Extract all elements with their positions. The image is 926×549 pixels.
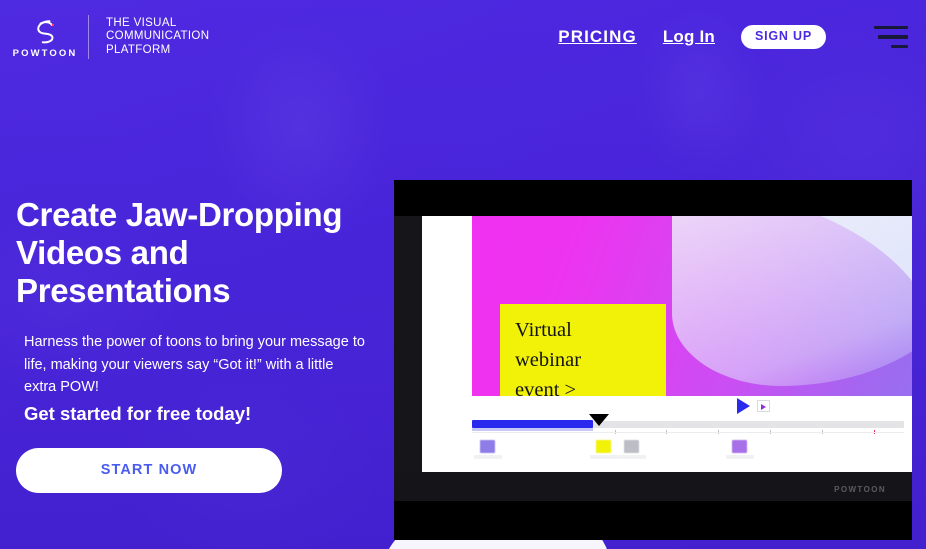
scene-thumbnail[interactable] bbox=[480, 440, 495, 453]
main-navigation: PRICING Log In SIGN UP bbox=[558, 24, 908, 50]
scene-thumbnail[interactable] bbox=[596, 440, 611, 453]
scene-thumbnail-row[interactable] bbox=[472, 440, 904, 464]
hamburger-line-3 bbox=[891, 44, 908, 49]
powtoon-swirl-logo-icon bbox=[37, 20, 55, 44]
scene-thumbnail-label bbox=[726, 455, 754, 459]
brand-tagline: THE VISUAL COMMUNICATION PLATFORM bbox=[106, 16, 210, 56]
hamburger-menu-icon[interactable] bbox=[874, 24, 908, 50]
hero-cta-line: Get started for free today! bbox=[24, 402, 252, 424]
powtoon-landing-page: POWTOON THE VISUAL COMMUNICATION PLATFOR… bbox=[0, 0, 926, 549]
sign-up-button[interactable]: SIGN UP bbox=[741, 25, 826, 49]
scene-thumbnail-add[interactable] bbox=[732, 440, 747, 453]
playback-controls[interactable] bbox=[737, 398, 770, 414]
editor-timeline[interactable] bbox=[422, 396, 912, 472]
nav-link-pricing[interactable]: PRICING bbox=[558, 27, 637, 47]
powtoon-wordmark: POWTOON bbox=[12, 47, 78, 59]
hero-copy-block: Create Jaw-Dropping Videos and Presentat… bbox=[16, 196, 388, 493]
start-now-button[interactable]: START NOW bbox=[16, 447, 282, 493]
editor-left-sidebar bbox=[394, 216, 422, 501]
video-watermark: POWTOON bbox=[834, 485, 886, 494]
timeline-progress-fill bbox=[472, 420, 593, 428]
scene-thumbnail-label bbox=[474, 455, 502, 459]
editor-canvas-area: Virtual webinar event > bbox=[422, 216, 912, 472]
light-highlight-blob bbox=[672, 216, 912, 386]
site-header: POWTOON THE VISUAL COMMUNICATION PLATFOR… bbox=[0, 0, 926, 74]
timeline-divider bbox=[472, 432, 904, 433]
slide-preview[interactable]: Virtual webinar event > bbox=[472, 216, 912, 396]
hero-subtitle: Harness the power of toons to bring your… bbox=[24, 334, 365, 395]
brand-divider bbox=[88, 15, 89, 59]
video-letterbox-top bbox=[394, 180, 912, 216]
brand-block[interactable]: POWTOON THE VISUAL COMMUNICATION PLATFOR… bbox=[12, 15, 210, 59]
powtoon-logo[interactable]: POWTOON bbox=[12, 16, 78, 59]
playhead-marker-icon[interactable] bbox=[588, 414, 609, 426]
timeline-track-shadow bbox=[472, 428, 593, 431]
hamburger-line-1 bbox=[874, 25, 908, 30]
hero-video-player[interactable]: Virtual webinar event > POWTOON bbox=[394, 180, 912, 540]
timeline-track-row[interactable] bbox=[472, 414, 904, 434]
scene-thumbnail-label bbox=[590, 455, 618, 459]
page-title: Create Jaw-Dropping Videos and Presentat… bbox=[16, 196, 343, 309]
slide-headline-text: Virtual webinar event > bbox=[515, 319, 582, 396]
next-frame-icon[interactable] bbox=[757, 400, 770, 412]
scene-thumbnail-label bbox=[618, 455, 646, 459]
video-letterbox-bottom bbox=[394, 501, 912, 540]
play-triangle-icon[interactable] bbox=[737, 398, 750, 414]
nav-link-login[interactable]: Log In bbox=[663, 27, 715, 47]
scene-thumbnail[interactable] bbox=[624, 440, 639, 453]
hamburger-line-2 bbox=[878, 35, 908, 39]
yellow-text-box[interactable]: Virtual webinar event > bbox=[500, 304, 666, 396]
